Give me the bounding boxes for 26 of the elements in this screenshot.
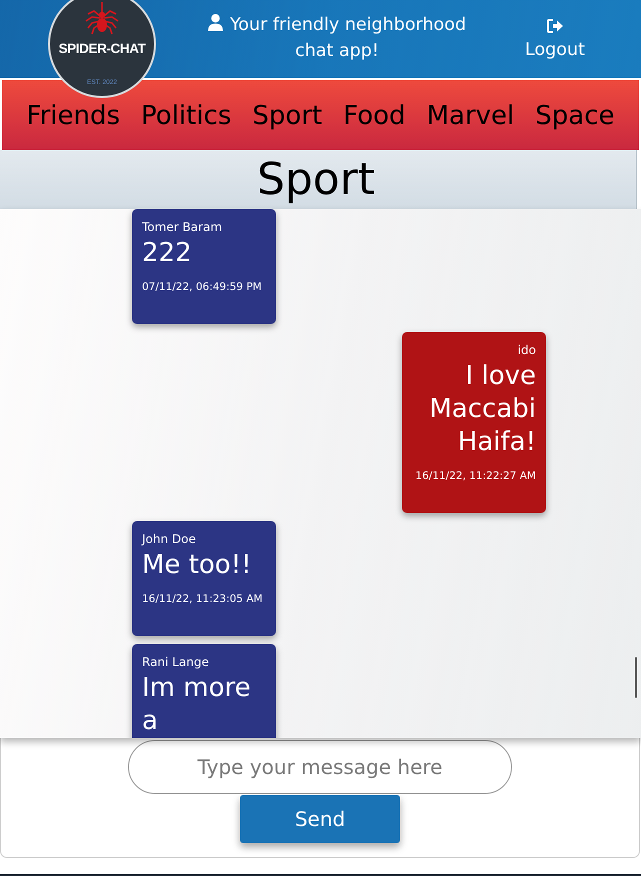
message-author: Rani Lange: [142, 654, 210, 670]
logo-title: SPIDER-CHAT: [58, 41, 146, 57]
message-time: 16/11/22, 11:22:27 AM: [414, 469, 536, 484]
topic-link[interactable]: Friends: [26, 102, 120, 128]
topic-link[interactable]: Marvel: [426, 102, 514, 128]
send-button[interactable]: Send: [240, 795, 400, 843]
message-text: Im more a: [142, 672, 252, 738]
topic-link[interactable]: Space: [535, 102, 614, 128]
topic-link[interactable]: Politics: [141, 102, 232, 128]
scrollbar-thumb[interactable]: [635, 657, 637, 698]
message-input[interactable]: Type your message here: [128, 740, 512, 794]
room-title: Sport: [256, 156, 376, 202]
message-time: 16/11/22, 11:23:05 AM: [142, 592, 264, 607]
logout-icon: [546, 19, 563, 33]
message-time: 07/11/22, 06:49:59 PM: [142, 280, 263, 295]
message-author: ido: [516, 342, 536, 358]
message-text: Me too!!: [142, 549, 253, 582]
topic-link[interactable]: Sport: [252, 102, 322, 128]
topic-link[interactable]: Food: [343, 102, 406, 128]
user-icon: [208, 14, 223, 31]
tagline: Your friendly neighborhood chat app!: [230, 15, 466, 61]
message-author: Tomer Baram: [142, 219, 224, 235]
message-author: John Doe: [142, 531, 197, 547]
message-text: I love Maccabi Haifa!: [428, 360, 536, 459]
message-text: 222: [142, 237, 193, 270]
logout-link[interactable]: Logout: [525, 19, 585, 62]
